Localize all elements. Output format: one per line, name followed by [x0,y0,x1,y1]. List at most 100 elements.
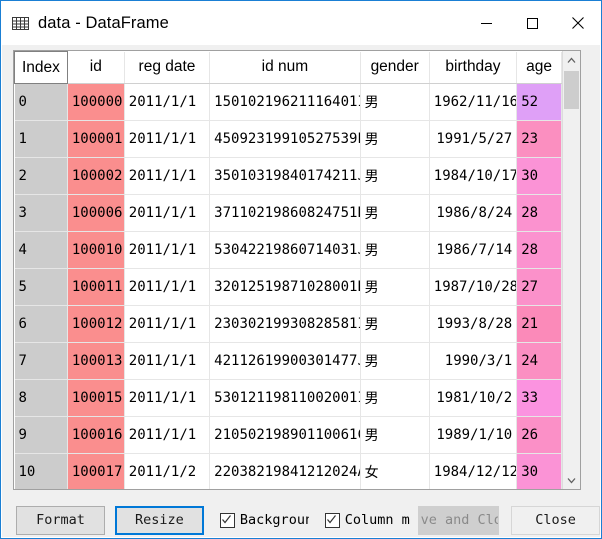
cell-birthday[interactable]: 1962/11/16 [429,83,518,121]
cell-reg-date[interactable]: 2011/1/1 [124,83,211,121]
table-row[interactable]: 3 100006 2011/1/1 37110219860824751B 男 1986/8… [14,194,562,232]
cell-reg-date[interactable]: 2011/1/1 [124,305,211,343]
table-row[interactable]: 10 100017 2011/1/2 22038219841212024A 女 1984/… [14,453,562,489]
cell-id[interactable]: 100006 [67,194,125,232]
cell-birthday[interactable]: 1986/8/24 [429,194,518,232]
cell-reg-date[interactable]: 2011/1/1 [124,194,211,232]
table-row[interactable]: 6 100012 2011/1/1 23030219930828581I 男 1993/8… [14,305,562,343]
cell-gender[interactable]: 男 [360,194,430,232]
cell-age[interactable]: 24 [516,342,562,380]
cell-age[interactable]: 28 [516,194,562,232]
cell-id[interactable]: 100017 [67,453,125,489]
table-row[interactable]: 8 100015 2011/1/1 53012119811002001I 男 1981/1… [14,379,562,417]
cell-reg-date[interactable]: 2011/1/1 [124,120,211,158]
cell-birthday[interactable]: 1984/10/17 [429,157,518,195]
close-dialog-button[interactable]: Close [511,505,600,535]
cell-gender[interactable]: 男 [360,157,430,195]
cell-reg-date[interactable]: 2011/1/1 [124,231,211,269]
column-header-id-num[interactable]: id num [209,51,361,84]
cell-id-num[interactable]: 32012519871028001B [209,268,361,306]
cell-age[interactable]: 26 [516,416,562,454]
cell-index[interactable]: 4 [14,231,68,269]
close-button[interactable] [555,1,601,45]
cell-birthday[interactable]: 1991/5/27 [429,120,518,158]
cell-reg-date[interactable]: 2011/1/1 [124,268,211,306]
cell-birthday[interactable]: 1987/10/28 [429,268,518,306]
cell-gender[interactable]: 男 [360,83,430,121]
resize-button[interactable]: Resize [114,505,204,535]
cell-index[interactable]: 1 [14,120,68,158]
save-and-close-button[interactable]: ve and Clo [417,505,500,535]
vertical-scrollbar[interactable] [562,51,580,489]
cell-birthday[interactable]: 1989/1/10 [429,416,518,454]
cell-index[interactable]: 6 [14,305,68,343]
column-checkbox[interactable]: Column m: [324,512,412,528]
cell-gender[interactable]: 女 [360,453,430,489]
cell-birthday[interactable]: 1993/8/28 [429,305,518,343]
cell-id[interactable]: 100012 [67,305,125,343]
format-button[interactable]: Format [16,505,105,535]
cell-id[interactable]: 100015 [67,379,125,417]
column-header-birthday[interactable]: birthday [429,51,518,84]
cell-id-num[interactable]: 15010219621116401I [209,83,361,121]
column-header-reg-date[interactable]: reg date [124,51,211,84]
scroll-up-button[interactable] [563,51,580,69]
cell-birthday[interactable]: 1986/7/14 [429,231,518,269]
cell-reg-date[interactable]: 2011/1/1 [124,379,211,417]
cell-index[interactable]: 8 [14,379,68,417]
cell-birthday[interactable]: 1990/3/1 [429,342,518,380]
cell-id[interactable]: 100002 [67,157,125,195]
cell-age[interactable]: 21 [516,305,562,343]
cell-age[interactable]: 28 [516,231,562,269]
cell-id-num[interactable]: 53012119811002001I [209,379,361,417]
cell-index[interactable]: 2 [14,157,68,195]
table-row[interactable]: 9 100016 2011/1/1 21050219890110061C 男 1989/1… [14,416,562,454]
cell-gender[interactable]: 男 [360,305,430,343]
cell-index[interactable]: 0 [14,83,68,121]
table-row[interactable]: 4 100010 2011/1/1 53042219860714031J 男 1986/7… [14,231,562,269]
minimize-button[interactable] [463,1,509,45]
cell-age[interactable]: 27 [516,268,562,306]
cell-age[interactable]: 30 [516,453,562,489]
table-row[interactable]: 2 100002 2011/1/1 35010319840174211J 男 1984/1… [14,157,562,195]
cell-gender[interactable]: 男 [360,379,430,417]
cell-birthday[interactable]: 1984/12/12 [429,453,518,489]
cell-age[interactable]: 52 [516,83,562,121]
table-row[interactable]: 0 100000 2011/1/1 15010219621116401I 男 1962/1… [14,83,562,121]
cell-age[interactable]: 23 [516,120,562,158]
cell-id[interactable]: 100011 [67,268,125,306]
background-checkbox[interactable]: Backgroun [219,512,309,528]
cell-reg-date[interactable]: 2011/1/1 [124,416,211,454]
cell-id[interactable]: 100010 [67,231,125,269]
dataframe-grid-wrap[interactable]: Index id reg date id num gender birthday… [14,51,562,489]
cell-index[interactable]: 10 [14,453,68,489]
cell-id-num[interactable]: 45092319910527539E [209,120,361,158]
column-header-id[interactable]: id [67,51,125,84]
maximize-button[interactable] [509,1,555,45]
cell-gender[interactable]: 男 [360,416,430,454]
cell-id-num[interactable]: 42112619900301477J [209,342,361,380]
cell-gender[interactable]: 男 [360,231,430,269]
scrollbar-track[interactable] [563,109,580,471]
cell-id[interactable]: 100001 [67,120,125,158]
cell-id[interactable]: 100013 [67,342,125,380]
cell-id[interactable]: 100000 [67,83,125,121]
cell-reg-date[interactable]: 2011/1/1 [124,157,211,195]
cell-id-num[interactable]: 37110219860824751B [209,194,361,232]
cell-gender[interactable]: 男 [360,342,430,380]
cell-index[interactable]: 5 [14,268,68,306]
table-row[interactable]: 7 100013 2011/1/1 42112619900301477J 男 1990/3… [14,342,562,380]
cell-gender[interactable]: 男 [360,120,430,158]
cell-id[interactable]: 100016 [67,416,125,454]
cell-index[interactable]: 9 [14,416,68,454]
cell-index[interactable]: 3 [14,194,68,232]
cell-id-num[interactable]: 21050219890110061C [209,416,361,454]
cell-id-num[interactable]: 35010319840174211J [209,157,361,195]
cell-age[interactable]: 30 [516,157,562,195]
column-header-index[interactable]: Index [14,51,68,84]
cell-index[interactable]: 7 [14,342,68,380]
cell-birthday[interactable]: 1981/10/2 [429,379,518,417]
column-header-age[interactable]: age [516,51,562,84]
column-header-gender[interactable]: gender [360,51,430,84]
scrollbar-thumb[interactable] [564,71,579,109]
